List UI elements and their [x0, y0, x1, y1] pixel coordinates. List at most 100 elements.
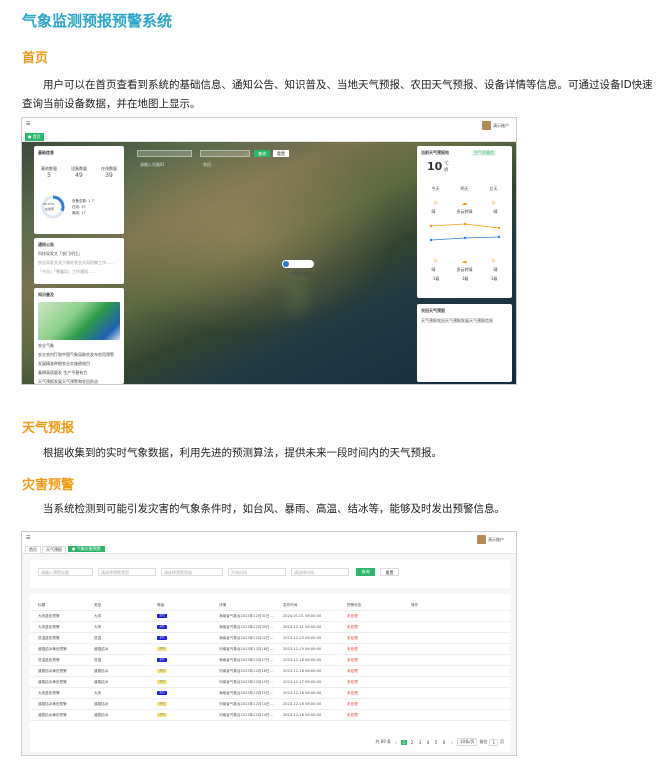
level-badge-cell: 蓝色	[157, 635, 219, 641]
table-row[interactable]: 道路结冰黄色预警 道路结冰 黄色 河南省气象台2023年12月16日… 2023-12-…	[30, 666, 510, 677]
table-row[interactable]: 道路结冰黄色预警 道路结冰 黄色 河南省气象台2023年12月14日… 2023-12-…	[30, 699, 510, 710]
notice-title: 通知公告	[38, 242, 54, 247]
status-badge: 未处理	[347, 646, 358, 651]
user-name[interactable]: 演示账户	[488, 537, 504, 543]
night-weather: 晴	[431, 267, 436, 272]
menu-icon[interactable]: ☰	[26, 535, 30, 541]
page-number[interactable]: 3	[417, 740, 423, 745]
reset-button[interactable]: 重置	[273, 150, 289, 157]
map-marker[interactable]: 中国(北京)	[282, 260, 315, 276]
section-heading-home: 首页	[22, 51, 49, 66]
goto-page-input[interactable]: 1	[489, 738, 498, 746]
table-row[interactable]: 低温蓝色预警 低温 蓝色 海南省气象台2023年12月22日… 2023-12-23 0…	[30, 633, 510, 644]
day-label: 今天	[431, 186, 440, 191]
table-cell: 2024-01-01 06:00:00	[283, 614, 322, 618]
status-badge: 未处理	[347, 690, 358, 695]
knowledge-item[interactable]: 农业农村厅和中国气象局联合发布农用预警	[38, 352, 124, 358]
table-row[interactable]: 大风蓝色预警 大风 蓝色 海南省气象台2023年12月31日… 2024-01-01 0…	[30, 611, 510, 622]
farm-forecast-title: 农田天气预报	[421, 308, 445, 313]
device-id-input[interactable]: 请输入设备ID	[137, 150, 192, 167]
next-page-icon[interactable]: ›	[449, 740, 455, 745]
forecast-title: 当前天气预报地	[421, 150, 449, 155]
table-cell: 道路结冰黄色预警	[38, 701, 67, 706]
section-heading-forecast: 天气预报	[22, 421, 75, 436]
table-row[interactable]: 低温蓝色预警 低温 蓝色 海南省气象台2023年12月17日… 2023-12-18 0…	[30, 655, 510, 666]
online-count-value: 39	[105, 172, 113, 179]
notice-item[interactable]: 「台风」「寒露风」工作通知……	[38, 269, 124, 275]
status-badge: 未处理	[347, 701, 358, 706]
title-filter-input[interactable]: 请输入预警标题	[38, 568, 93, 576]
page-number[interactable]: 2	[409, 740, 415, 745]
table-cell: 大风	[94, 624, 102, 629]
table-cell: 2023-12-16 06:00:00	[283, 702, 322, 706]
knowledge-item[interactable]: 发展精准种植农业实施绩效目	[38, 361, 124, 367]
column-header: 类型	[94, 602, 102, 607]
tab-home[interactable]: 首页	[25, 546, 41, 554]
section-body-forecast: 根据收集到的实时气象数据，利用先进的预测算法，提供未来一段时间内的天气预报。	[43, 447, 442, 459]
table-row[interactable]: 大风蓝色预警 大风 蓝色 海南省气象台2023年12月30日… 2023-12-31 0…	[30, 622, 510, 633]
cloud-icon: ☁	[461, 258, 468, 265]
tab-forecast[interactable]: 天气预报	[42, 546, 66, 554]
table-cell: 大风	[94, 690, 102, 695]
search-button[interactable]: 查询	[356, 568, 375, 576]
knowledge-title: 知识普及	[38, 292, 54, 297]
farm-forecast-text: 天气预报农田天气预报发展天气预报信息	[421, 318, 493, 323]
knowledge-item[interactable]: 春耕高质量发 生产平稳有力	[38, 370, 124, 376]
level-badge-cell: 蓝色	[157, 624, 219, 630]
table-row[interactable]: 道路结冰黄色预警 道路结冰 黄色 河南省气象台2023年12月14日… 2023-12-…	[30, 710, 510, 721]
start-time-input[interactable]: 开始时间	[228, 568, 286, 576]
level-badge: 黄色	[157, 679, 167, 684]
weather-desc: 阴	[444, 167, 448, 172]
table-cell: 2023-12-18 06:00:00	[283, 669, 322, 673]
basic-info-title: 基础信息	[38, 150, 54, 155]
reset-button[interactable]: 重置	[380, 568, 399, 576]
time-select[interactable]: 请选择时间	[291, 568, 349, 576]
tab-disaster-warning[interactable]: ● 气象灾害预警	[68, 546, 105, 552]
day-weather: 晴	[431, 209, 436, 214]
level-badge: 黄色	[157, 712, 167, 717]
table-row[interactable]: 道路结冰黄色预警 道路结冰 黄色 河南省气象台2023年12月15日… 2023-12-…	[30, 677, 510, 688]
level-badge: 黄色	[157, 646, 167, 651]
prev-page-icon[interactable]: ‹	[393, 740, 399, 745]
avatar[interactable]	[482, 121, 491, 130]
online-rate-value: 30.53%	[43, 202, 55, 206]
ring-legend-online: 在线: 37	[72, 205, 86, 209]
column-header: 等级	[157, 602, 165, 607]
page-number[interactable]: 5	[433, 740, 439, 745]
type-filter-select[interactable]: 请选择预警类型	[98, 568, 156, 576]
farm-forecast-card: 农田天气预报 天气预报农田天气预报发展天气预报信息	[417, 304, 512, 382]
knowledge-item[interactable]: 农业气象	[38, 343, 124, 349]
level-filter-select[interactable]: 请选择预警等级	[161, 568, 223, 576]
status-badge: 未处理	[347, 668, 358, 673]
search-button[interactable]: 查询	[254, 150, 270, 157]
level-badge-cell: 黄色	[157, 646, 219, 652]
table-row[interactable]: 道路结冰黄色预警 道路结冰 黄色 河南省气象台2023年12月18日… 2023-12-…	[30, 644, 510, 655]
user-name[interactable]: 演示账户	[493, 123, 509, 129]
table-cell: 2023-12-16 06:00:00	[283, 691, 322, 695]
page-number[interactable]: 6	[441, 740, 447, 745]
tab-home[interactable]: ● 首页	[25, 133, 44, 141]
notice-item[interactable]: 科技局发文「农门评比」	[38, 251, 124, 257]
total-count: 共 89 条	[375, 739, 392, 744]
online-rate-label: 在线率	[45, 207, 55, 211]
knowledge-item[interactable]: 天气预报发展天气预警和农田防治	[38, 379, 124, 384]
wind-level: -1级	[489, 276, 498, 281]
menu-icon[interactable]: ☰	[26, 121, 30, 127]
level-badge-cell: 蓝色	[157, 657, 219, 663]
avatar[interactable]	[477, 535, 486, 544]
page-number[interactable]: 1	[401, 739, 408, 745]
knowledge-map-image	[38, 302, 120, 340]
temp-trend-chart	[429, 222, 501, 242]
day-weather: 晴	[493, 209, 498, 214]
table-cell: 2023-12-31 06:00:00	[283, 625, 322, 629]
notice-item[interactable]: 农业局发文关于做好农业大风防御工作……	[38, 260, 124, 266]
sun-icon: ☼	[432, 200, 439, 207]
level-badge-cell: 黄色	[157, 668, 219, 674]
page-size-select[interactable]: 10条/页	[457, 738, 478, 746]
level-badge: 蓝色	[157, 635, 167, 640]
type-select[interactable]: 农田 ⌄	[200, 150, 250, 167]
ring-legend-total: 设备总数: 1 7	[72, 199, 94, 203]
status-badge: 未处理	[347, 712, 358, 717]
table-row[interactable]: 大风蓝色预警 大风 蓝色 海南省气象台2023年12月15日… 2023-12-16 0…	[30, 688, 510, 699]
page-number[interactable]: 4	[425, 740, 431, 745]
